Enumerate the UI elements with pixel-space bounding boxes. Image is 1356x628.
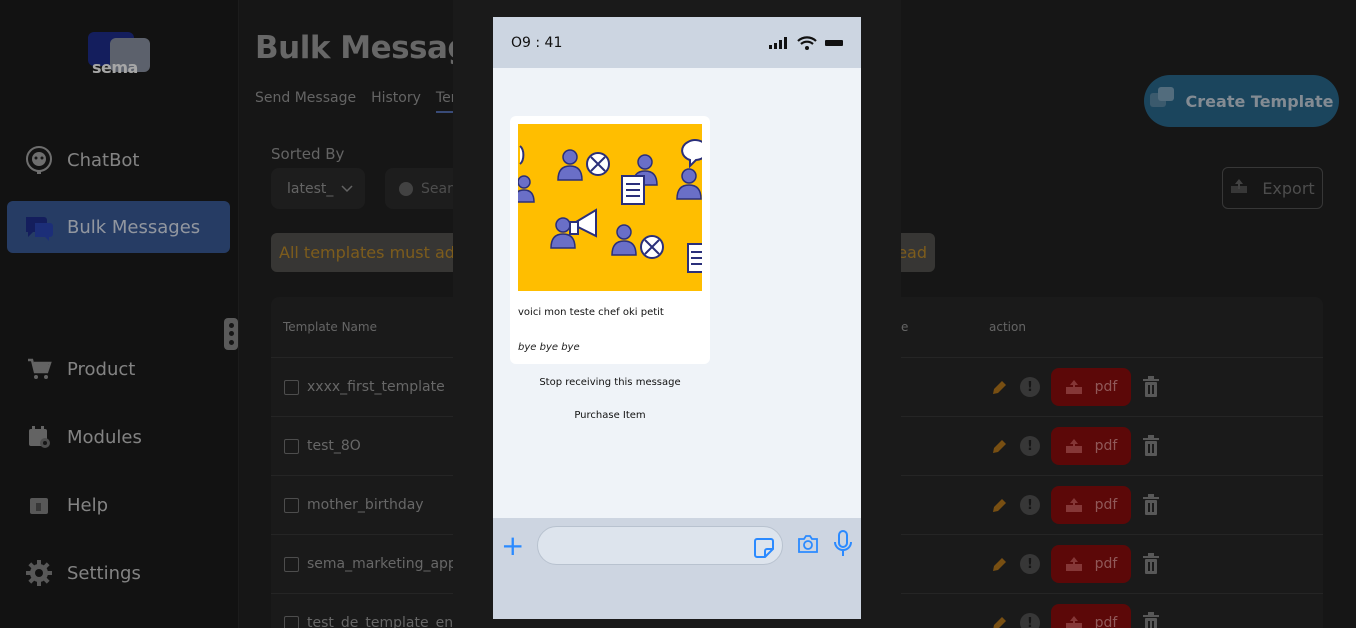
quick-reply-button[interactable]: Purchase Item <box>510 410 710 421</box>
microphone-icon[interactable] <box>834 530 852 558</box>
quick-reply-button[interactable]: Stop receiving this message <box>510 377 710 388</box>
people-megaphone-illustration <box>518 124 702 291</box>
wifi-icon <box>797 35 817 50</box>
phone-status-bar: O9 : 41 <box>493 17 861 68</box>
message-input[interactable] <box>537 526 783 565</box>
chat-area: voici mon teste chef oki petit bye bye b… <box>493 68 861 518</box>
message-bubble: voici mon teste chef oki petit bye bye b… <box>510 116 710 364</box>
status-time: O9 : 41 <box>511 34 563 51</box>
status-icons <box>769 35 843 50</box>
signal-icon <box>769 36 787 49</box>
message-body: voici mon teste chef oki petit <box>518 307 664 318</box>
sticker-icon[interactable] <box>753 537 775 559</box>
phone-preview: O9 : 41 voici mon teste chef oki petit b… <box>493 17 861 619</box>
battery-icon <box>825 39 843 46</box>
message-composer: + <box>493 518 861 619</box>
template-preview-modal: O9 : 41 voici mon teste chef oki petit b… <box>453 0 901 628</box>
app-window: sema ChatBot Bulk Messages Product Modul… <box>0 0 1356 628</box>
message-header-image <box>518 124 702 291</box>
message-footer: bye bye bye <box>518 342 580 353</box>
camera-icon[interactable] <box>797 535 819 553</box>
plus-icon[interactable]: + <box>501 532 524 560</box>
